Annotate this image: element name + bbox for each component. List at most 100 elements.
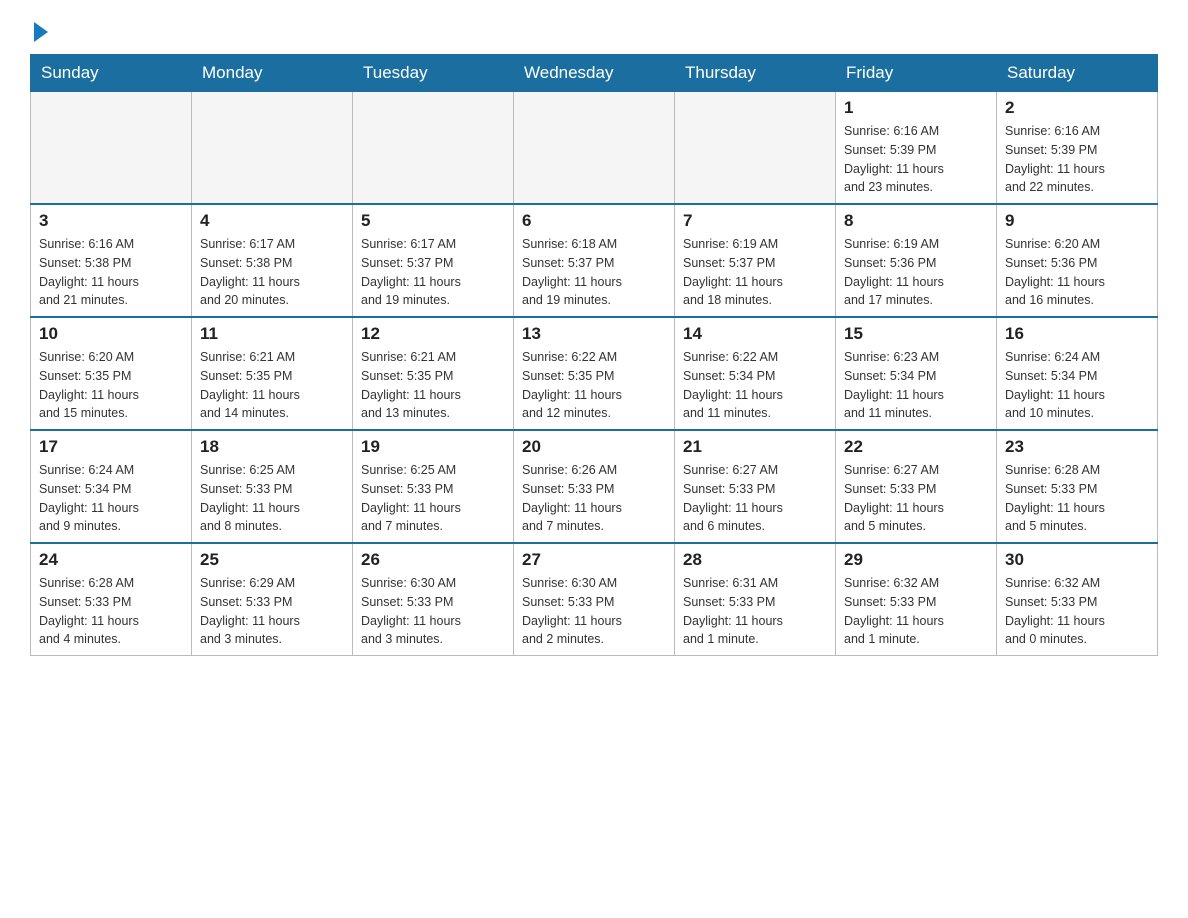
day-info: Sunrise: 6:28 AMSunset: 5:33 PMDaylight:… [39,574,183,649]
column-header-saturday: Saturday [997,55,1158,92]
calendar-week-row: 10 Sunrise: 6:20 AMSunset: 5:35 PMDayligh… [31,317,1158,430]
calendar-cell: 13 Sunrise: 6:22 AMSunset: 5:35 PMDayligh… [514,317,675,430]
calendar-cell: 27 Sunrise: 6:30 AMSunset: 5:33 PMDayligh… [514,543,675,656]
day-number: 9 [1005,211,1149,231]
day-info: Sunrise: 6:29 AMSunset: 5:33 PMDaylight:… [200,574,344,649]
day-number: 14 [683,324,827,344]
calendar-cell: 18 Sunrise: 6:25 AMSunset: 5:33 PMDayligh… [192,430,353,543]
day-number: 17 [39,437,183,457]
day-number: 13 [522,324,666,344]
calendar-cell [31,92,192,205]
day-number: 3 [39,211,183,231]
logo [30,20,48,38]
day-number: 19 [361,437,505,457]
column-header-wednesday: Wednesday [514,55,675,92]
day-number: 15 [844,324,988,344]
calendar-cell: 15Sunrise: 6:23 AMSunset: 5:34 PMDayligh… [836,317,997,430]
day-number: 7 [683,211,827,231]
calendar-cell: 7 Sunrise: 6:19 AMSunset: 5:37 PMDaylight… [675,204,836,317]
day-number: 16 [1005,324,1149,344]
day-number: 30 [1005,550,1149,570]
day-info: Sunrise: 6:32 AMSunset: 5:33 PMDaylight:… [844,574,988,649]
day-number: 8 [844,211,988,231]
day-number: 2 [1005,98,1149,118]
day-number: 10 [39,324,183,344]
day-info: Sunrise: 6:30 AMSunset: 5:33 PMDaylight:… [522,574,666,649]
calendar-cell: 9 Sunrise: 6:20 AMSunset: 5:36 PMDaylight… [997,204,1158,317]
day-info: Sunrise: 6:16 AMSunset: 5:39 PMDaylight:… [844,122,988,197]
day-number: 25 [200,550,344,570]
column-header-friday: Friday [836,55,997,92]
calendar-cell: 3 Sunrise: 6:16 AMSunset: 5:38 PMDaylight… [31,204,192,317]
day-info: Sunrise: 6:26 AMSunset: 5:33 PMDaylight:… [522,461,666,536]
day-info: Sunrise: 6:22 AMSunset: 5:35 PMDaylight:… [522,348,666,423]
calendar-cell: 26Sunrise: 6:30 AMSunset: 5:33 PMDayligh… [353,543,514,656]
calendar-cell [353,92,514,205]
day-info: Sunrise: 6:28 AMSunset: 5:33 PMDaylight:… [1005,461,1149,536]
day-number: 18 [200,437,344,457]
day-info: Sunrise: 6:20 AMSunset: 5:35 PMDaylight:… [39,348,183,423]
calendar-cell [675,92,836,205]
column-header-monday: Monday [192,55,353,92]
calendar-cell [514,92,675,205]
calendar-cell: 17Sunrise: 6:24 AMSunset: 5:34 PMDayligh… [31,430,192,543]
day-info: Sunrise: 6:19 AMSunset: 5:37 PMDaylight:… [683,235,827,310]
column-header-sunday: Sunday [31,55,192,92]
day-info: Sunrise: 6:32 AMSunset: 5:33 PMDaylight:… [1005,574,1149,649]
calendar-cell: 30 Sunrise: 6:32 AMSunset: 5:33 PMDayligh… [997,543,1158,656]
day-info: Sunrise: 6:18 AMSunset: 5:37 PMDaylight:… [522,235,666,310]
calendar-table: SundayMondayTuesdayWednesdayThursdayFrid… [30,54,1158,656]
day-info: Sunrise: 6:17 AMSunset: 5:37 PMDaylight:… [361,235,505,310]
day-number: 24 [39,550,183,570]
day-info: Sunrise: 6:19 AMSunset: 5:36 PMDaylight:… [844,235,988,310]
calendar-header-row: SundayMondayTuesdayWednesdayThursdayFrid… [31,55,1158,92]
day-info: Sunrise: 6:22 AMSunset: 5:34 PMDaylight:… [683,348,827,423]
calendar-cell: 4 Sunrise: 6:17 AMSunset: 5:38 PMDaylight… [192,204,353,317]
calendar-cell: 21 Sunrise: 6:27 AMSunset: 5:33 PMDayligh… [675,430,836,543]
day-info: Sunrise: 6:21 AMSunset: 5:35 PMDaylight:… [200,348,344,423]
day-number: 22 [844,437,988,457]
column-header-tuesday: Tuesday [353,55,514,92]
day-info: Sunrise: 6:27 AMSunset: 5:33 PMDaylight:… [683,461,827,536]
day-number: 23 [1005,437,1149,457]
day-number: 27 [522,550,666,570]
day-number: 5 [361,211,505,231]
day-info: Sunrise: 6:21 AMSunset: 5:35 PMDaylight:… [361,348,505,423]
day-number: 4 [200,211,344,231]
calendar-week-row: 3 Sunrise: 6:16 AMSunset: 5:38 PMDaylight… [31,204,1158,317]
day-number: 6 [522,211,666,231]
calendar-cell: 6 Sunrise: 6:18 AMSunset: 5:37 PMDaylight… [514,204,675,317]
calendar-cell: 2Sunrise: 6:16 AMSunset: 5:39 PMDaylight… [997,92,1158,205]
day-info: Sunrise: 6:30 AMSunset: 5:33 PMDaylight:… [361,574,505,649]
calendar-cell: 16 Sunrise: 6:24 AMSunset: 5:34 PMDayligh… [997,317,1158,430]
calendar-cell: 22 Sunrise: 6:27 AMSunset: 5:33 PMDayligh… [836,430,997,543]
calendar-cell: 29 Sunrise: 6:32 AMSunset: 5:33 PMDayligh… [836,543,997,656]
calendar-cell: 11 Sunrise: 6:21 AMSunset: 5:35 PMDayligh… [192,317,353,430]
calendar-cell: 14 Sunrise: 6:22 AMSunset: 5:34 PMDayligh… [675,317,836,430]
day-info: Sunrise: 6:16 AMSunset: 5:38 PMDaylight:… [39,235,183,310]
day-number: 1 [844,98,988,118]
page-header [30,20,1158,38]
day-info: Sunrise: 6:24 AMSunset: 5:34 PMDaylight:… [1005,348,1149,423]
day-number: 21 [683,437,827,457]
calendar-cell: 12 Sunrise: 6:21 AMSunset: 5:35 PMDayligh… [353,317,514,430]
calendar-cell: 10 Sunrise: 6:20 AMSunset: 5:35 PMDayligh… [31,317,192,430]
day-info: Sunrise: 6:17 AMSunset: 5:38 PMDaylight:… [200,235,344,310]
calendar-cell: 24 Sunrise: 6:28 AMSunset: 5:33 PMDayligh… [31,543,192,656]
logo-arrow-icon [34,22,48,42]
day-number: 11 [200,324,344,344]
calendar-week-row: 17Sunrise: 6:24 AMSunset: 5:34 PMDayligh… [31,430,1158,543]
calendar-cell: 5 Sunrise: 6:17 AMSunset: 5:37 PMDaylight… [353,204,514,317]
day-info: Sunrise: 6:20 AMSunset: 5:36 PMDaylight:… [1005,235,1149,310]
day-info: Sunrise: 6:25 AMSunset: 5:33 PMDaylight:… [200,461,344,536]
calendar-cell: 20Sunrise: 6:26 AMSunset: 5:33 PMDayligh… [514,430,675,543]
day-number: 12 [361,324,505,344]
calendar-cell: 1 Sunrise: 6:16 AMSunset: 5:39 PMDaylight… [836,92,997,205]
day-number: 29 [844,550,988,570]
day-info: Sunrise: 6:27 AMSunset: 5:33 PMDaylight:… [844,461,988,536]
calendar-cell: 19 Sunrise: 6:25 AMSunset: 5:33 PMDayligh… [353,430,514,543]
day-info: Sunrise: 6:25 AMSunset: 5:33 PMDaylight:… [361,461,505,536]
calendar-cell: 23 Sunrise: 6:28 AMSunset: 5:33 PMDayligh… [997,430,1158,543]
calendar-cell: 28Sunrise: 6:31 AMSunset: 5:33 PMDayligh… [675,543,836,656]
column-header-thursday: Thursday [675,55,836,92]
